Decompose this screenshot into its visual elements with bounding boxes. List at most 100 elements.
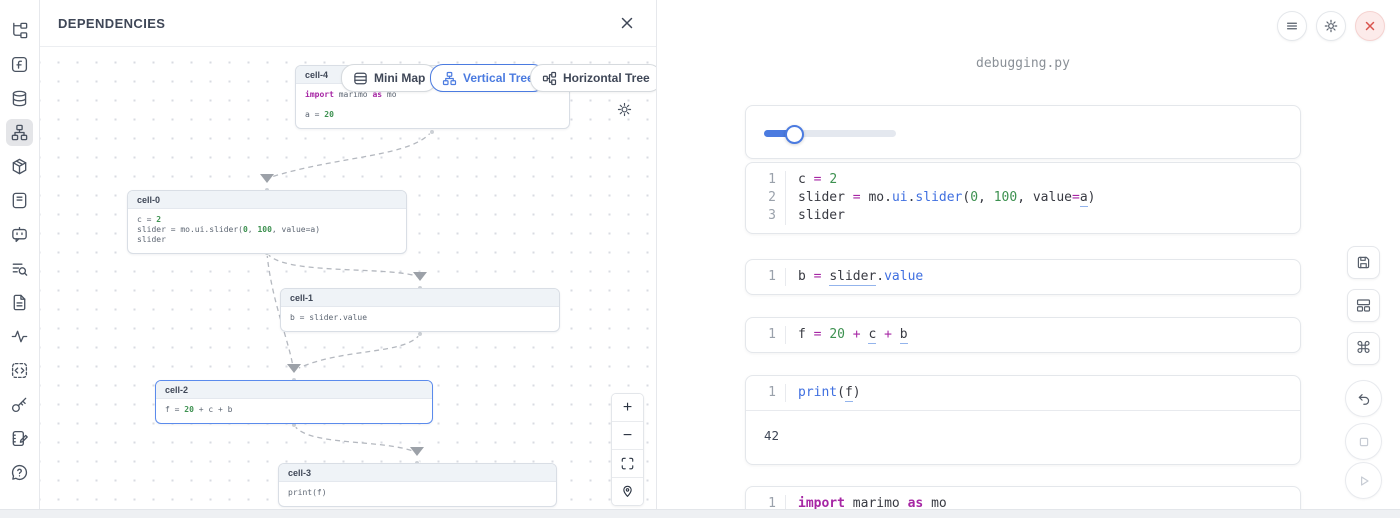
graph-node-cell-3[interactable]: cell-3print(f) — [278, 463, 557, 507]
notebook-settings-button[interactable] — [1316, 11, 1346, 41]
graph-node-cell-1[interactable]: cell-1b = slider.value — [280, 288, 560, 332]
slider-track[interactable] — [764, 130, 896, 137]
graph-node-cell-0[interactable]: cell-0c = 2slider = mo.ui.slider(0, 100,… — [127, 190, 407, 254]
sidebar-item-datasources[interactable] — [6, 85, 33, 112]
node-code: f = 20 + c + b — [156, 399, 432, 423]
gear-icon — [1323, 18, 1339, 34]
node-code: c = 2slider = mo.ui.slider(0, 100, value… — [128, 209, 406, 253]
center-selection-button[interactable] — [612, 478, 643, 505]
sidebar-item-secrets[interactable] — [6, 391, 33, 418]
line-number: 3 — [746, 207, 786, 225]
sidebar-item-functions[interactable] — [6, 51, 33, 78]
gear-icon — [616, 101, 633, 118]
horizontal-tree-icon — [542, 71, 557, 86]
fit-view-icon — [620, 456, 635, 471]
notebook-pen-icon — [10, 429, 29, 448]
code-line[interactable]: b = slider.value — [786, 268, 923, 286]
code-cell: 1f = 20 + c + b — [745, 317, 1301, 353]
sidebar-item-scratchpad[interactable] — [6, 425, 33, 452]
code-cell: 1print(f) 42 — [745, 375, 1301, 465]
layout-select-button[interactable] — [1347, 289, 1380, 322]
helper-sidebar — [0, 0, 40, 518]
shutdown-button[interactable] — [1355, 11, 1385, 41]
slider-output-cell — [745, 105, 1301, 159]
dependencies-panel: DEPENDENCIES — [40, 0, 657, 518]
activity-icon — [10, 327, 29, 346]
zoom-in-button[interactable]: + — [612, 394, 643, 422]
cell-output: 42 — [746, 410, 1300, 464]
code-snippet-icon — [10, 361, 29, 380]
scroll-icon — [10, 191, 29, 210]
close-panel-icon[interactable] — [616, 12, 638, 34]
graph-settings-button[interactable] — [616, 101, 633, 118]
minus-icon: − — [623, 427, 632, 445]
vertical-tree-button[interactable]: Vertical Tree — [430, 64, 546, 92]
save-button[interactable] — [1347, 246, 1380, 279]
node-title: cell-0 — [128, 191, 406, 209]
sidebar-item-logs[interactable] — [6, 187, 33, 214]
line-number: 1 — [746, 326, 786, 344]
layout-icon — [1355, 297, 1372, 314]
chat-bot-icon — [10, 225, 29, 244]
horizontal-tree-button[interactable]: Horizontal Tree — [530, 64, 656, 92]
node-title: cell-2 — [156, 381, 432, 399]
code-line[interactable]: print(f) — [786, 384, 861, 402]
vertical-tree-icon — [442, 71, 457, 86]
sidebar-item-file-tree[interactable] — [6, 17, 33, 44]
edge-cell-0-cell-1 — [267, 253, 417, 276]
marimo-app: DEPENDENCIES — [0, 0, 1400, 518]
file-tree-icon — [10, 21, 29, 40]
code-line[interactable]: f = 20 + c + b — [786, 326, 908, 344]
notebook-cells: 1c = 22slider = mo.ui.slider(0, 100, val… — [745, 105, 1301, 518]
line-number: 1 — [746, 268, 786, 286]
mini-map-button[interactable]: Mini Map — [341, 64, 437, 92]
view-button-label: Mini Map — [374, 71, 425, 85]
line-number: 1 — [746, 384, 786, 402]
graph-canvas[interactable]: Mini Map Vertical Tree Horizontal Tree +… — [40, 47, 656, 510]
package-icon — [10, 157, 29, 176]
slider-thumb[interactable] — [785, 125, 804, 144]
node-code: b = slider.value — [281, 307, 559, 331]
undo-icon — [1356, 391, 1372, 407]
sidebar-item-variables[interactable] — [6, 255, 33, 282]
sidebar-item-chat[interactable] — [6, 221, 33, 248]
sidebar-item-help[interactable] — [6, 459, 33, 486]
search-list-icon — [10, 259, 29, 278]
code-line[interactable]: slider — [786, 207, 845, 225]
plus-icon: + — [623, 399, 632, 417]
key-icon — [10, 395, 29, 414]
save-icon — [1355, 254, 1372, 271]
graph-node-cell-2[interactable]: cell-2f = 20 + c + b — [155, 380, 433, 424]
hamburger-icon — [1284, 18, 1300, 34]
zoom-out-button[interactable]: − — [612, 422, 643, 450]
zoom-controls: + − — [611, 393, 644, 506]
sidebar-item-documentation[interactable] — [6, 289, 33, 316]
map-pin-icon — [620, 484, 635, 499]
run-button[interactable] — [1345, 462, 1382, 499]
keyboard-shortcuts-button[interactable]: ⌘ — [1347, 332, 1380, 365]
notebook-menu-button[interactable] — [1277, 11, 1307, 41]
code-line[interactable]: slider = mo.ui.slider(0, 100, value=a) — [786, 189, 1095, 207]
panel-title: DEPENDENCIES — [58, 16, 165, 31]
code-line[interactable]: c = 2 — [786, 171, 837, 189]
dependencies-header: DEPENDENCIES — [40, 0, 656, 47]
bottom-scrollbar[interactable] — [0, 509, 1400, 518]
document-icon — [10, 293, 29, 312]
edge-cell-1-cell-2 — [299, 334, 420, 368]
undo-button[interactable] — [1345, 380, 1382, 417]
dependency-graph-icon — [10, 123, 29, 142]
help-icon — [10, 463, 29, 482]
sidebar-item-dependencies[interactable] — [6, 119, 33, 146]
sidebar-item-snippets[interactable] — [6, 357, 33, 384]
code-cell: 1b = slider.value — [745, 259, 1301, 295]
view-button-label: Horizontal Tree — [563, 71, 650, 85]
fit-view-button[interactable] — [612, 450, 643, 478]
sidebar-item-packages[interactable] — [6, 153, 33, 180]
stop-button[interactable] — [1345, 423, 1382, 460]
code-cell: 1c = 22slider = mo.ui.slider(0, 100, val… — [745, 162, 1301, 234]
edge-cell-4-cell-0 — [271, 131, 432, 177]
sidebar-item-tracing[interactable] — [6, 323, 33, 350]
view-button-label: Vertical Tree — [463, 71, 534, 85]
node-title: cell-3 — [279, 464, 556, 482]
edge-cell-2-cell-3 — [294, 425, 413, 451]
